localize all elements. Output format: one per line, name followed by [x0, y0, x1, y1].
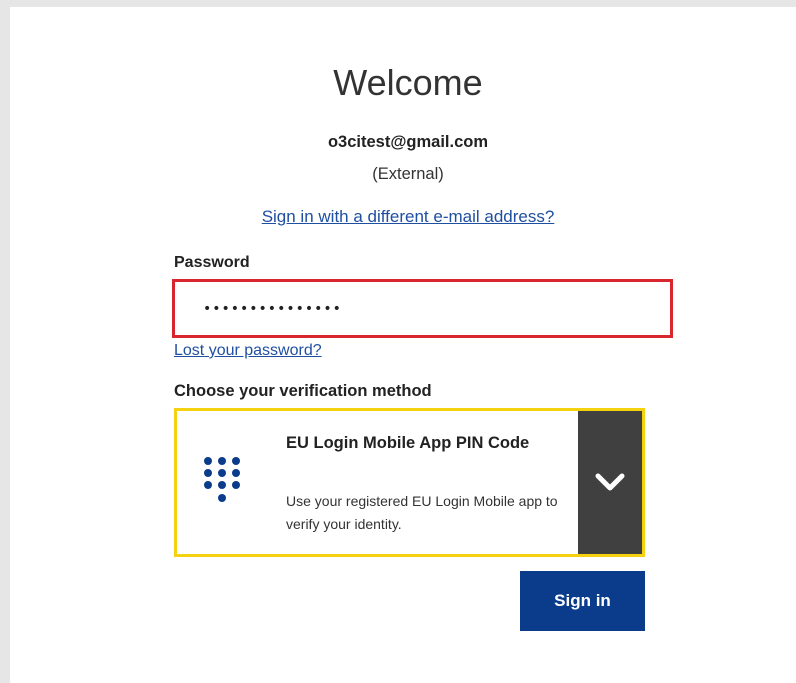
verification-method-label: Choose your verification method	[174, 382, 432, 400]
password-label: Password	[174, 254, 250, 271]
different-email-link[interactable]: Sign in with a different e-mail address?	[0, 207, 796, 227]
page-title: Welcome	[333, 62, 483, 103]
method-title: EU Login Mobile App PIN Code	[286, 434, 530, 452]
login-panel	[10, 7, 796, 683]
user-email: o3citest@gmail.com	[327, 133, 489, 151]
chevron-down-icon	[595, 473, 625, 491]
account-type: (External)	[372, 165, 444, 183]
method-dropdown-button[interactable]	[578, 411, 642, 554]
method-description: Use your registered EU Login Mobile app …	[286, 493, 558, 532]
sign-in-button[interactable]: Sign in	[520, 571, 645, 631]
keypad-icon	[204, 457, 240, 502]
password-field[interactable]	[172, 279, 673, 338]
lost-password-link[interactable]: Lost your password?	[174, 342, 322, 360]
verification-method-select[interactable]: EU Login Mobile App PIN Code Use your re…	[174, 408, 645, 557]
